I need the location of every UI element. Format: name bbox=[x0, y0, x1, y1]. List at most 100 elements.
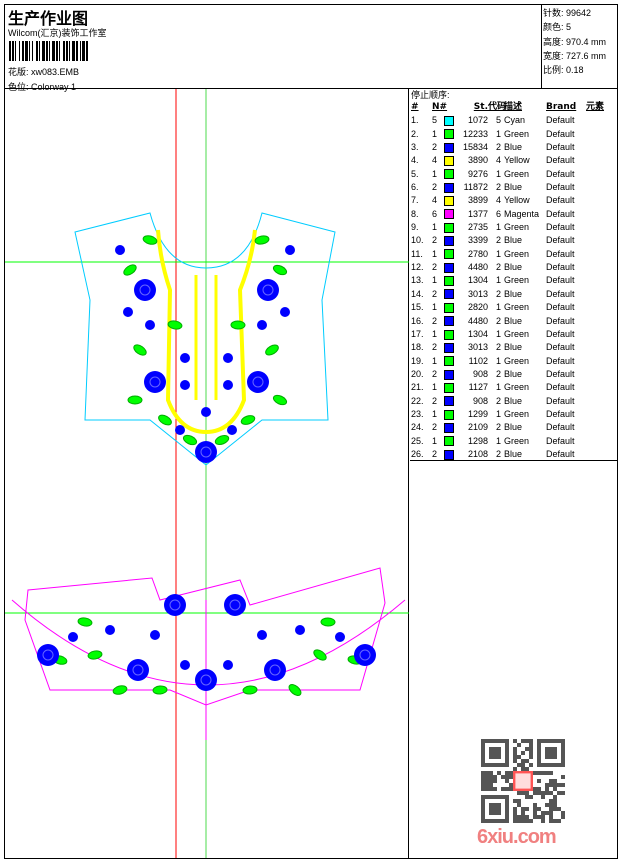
row-code: 2 bbox=[495, 315, 501, 326]
qr-module bbox=[513, 751, 517, 755]
row-swatch bbox=[444, 355, 460, 368]
row-stitches: 11872 bbox=[463, 182, 488, 193]
qr-module bbox=[545, 803, 549, 807]
bud-motif bbox=[180, 380, 190, 390]
table-row[interactable]: 22. 2 908 2 Blue Default bbox=[410, 395, 617, 408]
col-brand: Brand bbox=[546, 102, 577, 112]
row-element bbox=[586, 261, 612, 274]
stat-label: 颜色: bbox=[543, 22, 564, 33]
table-row[interactable]: 14. 2 3013 2 Blue Default bbox=[410, 288, 617, 301]
row-code: 1 bbox=[495, 355, 501, 366]
qr-module bbox=[505, 779, 509, 783]
row-needle: 1 bbox=[432, 248, 438, 259]
table-row[interactable]: 10. 2 3399 2 Blue Default bbox=[410, 234, 617, 247]
row-code: 2 bbox=[495, 142, 501, 153]
row-brand: Default bbox=[546, 142, 575, 153]
table-row[interactable]: 3. 2 15834 2 Blue Default bbox=[410, 141, 617, 154]
qr-module bbox=[537, 807, 541, 811]
table-row[interactable]: 8. 6 1377 6 Magenta Default bbox=[410, 208, 617, 221]
row-brand: Default bbox=[546, 328, 575, 339]
row-swatch bbox=[444, 448, 460, 461]
table-row[interactable]: 20. 2 908 2 Blue Default bbox=[410, 368, 617, 381]
qr-module bbox=[537, 791, 541, 795]
color-swatch bbox=[444, 209, 454, 220]
flower-motif bbox=[354, 644, 376, 666]
qr-module bbox=[521, 815, 525, 819]
qr-module bbox=[545, 791, 549, 795]
stat-colors: 颜色: 5 bbox=[543, 20, 617, 34]
row-element bbox=[586, 128, 612, 141]
table-row[interactable]: 6. 2 11872 2 Blue Default bbox=[410, 181, 617, 194]
table-row[interactable]: 24. 2 2109 2 Blue Default bbox=[410, 421, 617, 434]
row-brand: Default bbox=[546, 302, 575, 313]
table-row[interactable]: 12. 2 4480 2 Blue Default bbox=[410, 261, 617, 274]
stat-stitches: 针数: 99642 bbox=[543, 6, 617, 20]
row-element bbox=[586, 368, 612, 381]
table-row[interactable]: 11. 1 2780 1 Green Default bbox=[410, 248, 617, 261]
table-row[interactable]: 1. 5 1072 5 Cyan Default bbox=[410, 114, 617, 127]
row-brand: Default bbox=[546, 195, 575, 206]
qr-module bbox=[549, 815, 553, 819]
row-element bbox=[586, 141, 612, 154]
row-stitches: 1298 bbox=[467, 435, 488, 446]
row-brand: Default bbox=[546, 342, 575, 353]
qr-module bbox=[517, 791, 521, 795]
qr-module bbox=[533, 771, 537, 775]
row-description: Cyan bbox=[504, 115, 526, 126]
leaf-motif bbox=[87, 650, 103, 660]
flower-motif bbox=[264, 659, 286, 681]
qr-module bbox=[533, 803, 537, 807]
row-swatch bbox=[444, 274, 460, 287]
qr-module bbox=[517, 815, 521, 819]
qr-module bbox=[537, 779, 541, 783]
table-row[interactable]: 15. 1 2820 1 Green Default bbox=[410, 301, 617, 314]
table-row[interactable]: 18. 2 3013 2 Blue Default bbox=[410, 341, 617, 354]
qr-module bbox=[553, 807, 557, 811]
row-brand: Default bbox=[546, 408, 575, 419]
table-row[interactable]: 26. 2 2108 2 Blue Default bbox=[410, 448, 617, 461]
row-needle: 1 bbox=[432, 168, 438, 179]
table-row[interactable]: 19. 1 1102 1 Green Default bbox=[410, 355, 617, 368]
table-row[interactable]: 13. 1 1304 1 Green Default bbox=[410, 274, 617, 287]
row-code: 2 bbox=[495, 342, 501, 353]
qr-finder bbox=[545, 747, 557, 759]
qr-finder bbox=[489, 803, 501, 815]
table-row[interactable]: 25. 1 1298 1 Green Default bbox=[410, 435, 617, 448]
color-swatch bbox=[444, 156, 454, 167]
row-element bbox=[586, 208, 612, 221]
row-stitches: 2820 bbox=[467, 302, 488, 313]
flower-motif bbox=[257, 279, 279, 301]
row-code: 2 bbox=[495, 395, 501, 406]
table-row[interactable]: 16. 2 4480 2 Blue Default bbox=[410, 315, 617, 328]
row-index: 5. bbox=[411, 168, 419, 179]
flower-motif bbox=[134, 279, 156, 301]
color-swatch bbox=[444, 276, 454, 287]
table-row[interactable]: 7. 4 3899 4 Yellow Default bbox=[410, 194, 617, 207]
qr-module bbox=[553, 787, 557, 791]
color-swatch bbox=[444, 249, 454, 260]
bud-motif bbox=[335, 632, 345, 642]
table-row[interactable]: 4. 4 3890 4 Yellow Default bbox=[410, 154, 617, 167]
qr-module bbox=[485, 787, 489, 791]
qr-module bbox=[549, 791, 553, 795]
table-row[interactable]: 23. 1 1299 1 Green Default bbox=[410, 408, 617, 421]
row-brand: Default bbox=[546, 382, 575, 393]
flower-motif bbox=[224, 594, 246, 616]
table-row[interactable]: 5. 1 9276 1 Green Default bbox=[410, 168, 617, 181]
leaf-motif bbox=[288, 684, 302, 696]
table-row[interactable]: 17. 1 1304 1 Green Default bbox=[410, 328, 617, 341]
row-code: 1 bbox=[495, 382, 501, 393]
qr-module bbox=[529, 751, 533, 755]
table-row[interactable]: 2. 1 12233 1 Green Default bbox=[410, 128, 617, 141]
table-row[interactable]: 9. 1 2735 1 Green Default bbox=[410, 221, 617, 234]
qr-module bbox=[513, 819, 517, 823]
design-canvas[interactable] bbox=[5, 89, 409, 858]
row-brand: Default bbox=[546, 208, 575, 219]
qr-module bbox=[541, 815, 545, 819]
qr-module bbox=[489, 783, 493, 787]
row-description: Green bbox=[504, 328, 530, 339]
table-row[interactable]: 21. 1 1127 1 Green Default bbox=[410, 381, 617, 394]
qr-module bbox=[549, 771, 553, 775]
row-element bbox=[586, 315, 612, 328]
row-stitches: 4480 bbox=[467, 315, 488, 326]
